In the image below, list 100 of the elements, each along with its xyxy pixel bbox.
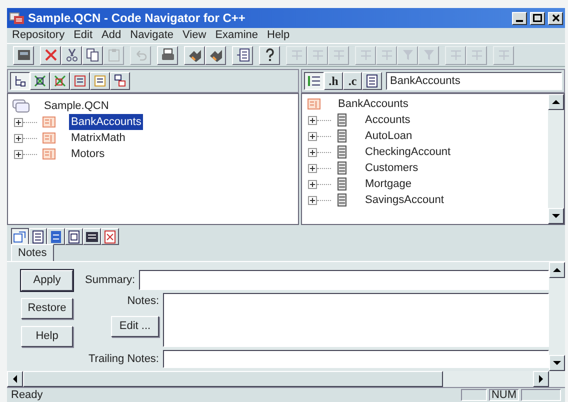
grid-icon	[332, 48, 346, 62]
button[interactable]: Edit ...	[111, 316, 159, 336]
pane-tool-button[interactable]: .c	[343, 72, 362, 90]
left-arrow-icon	[12, 375, 18, 383]
vertical-scrollbar[interactable]	[548, 94, 564, 224]
grid-icon	[290, 48, 304, 62]
menu-item[interactable]: Help	[267, 27, 290, 44]
menu-item[interactable]: Navigate	[130, 27, 174, 44]
view-icon	[49, 230, 63, 244]
view-tab[interactable]	[11, 228, 29, 245]
copy-icon	[86, 48, 100, 62]
vertical-scrollbar[interactable]	[549, 262, 565, 371]
button[interactable]: Help	[21, 326, 73, 347]
document-icon	[365, 74, 379, 88]
notes-field[interactable]	[163, 293, 549, 347]
grid-icon	[496, 48, 510, 62]
tree-view-icon	[73, 74, 87, 88]
toolbar-button[interactable]	[232, 46, 253, 64]
summary-field[interactable]	[139, 270, 549, 290]
tree-item[interactable]: Accounts	[363, 112, 412, 128]
horizontal-scrollbar[interactable]	[7, 371, 565, 387]
tree-item[interactable]: SavingsAccount	[363, 192, 446, 208]
grid-icon	[380, 48, 394, 62]
scissors-icon	[64, 48, 78, 62]
pane-tool-button[interactable]	[304, 72, 324, 90]
toolbar-button[interactable]	[61, 46, 82, 64]
delete-icon	[44, 48, 58, 62]
field-label: Notes:	[127, 294, 159, 309]
funnel-icon	[400, 48, 414, 62]
pane-tool-button[interactable]	[10, 72, 30, 90]
tree-item[interactable]: MatrixMath	[69, 130, 128, 146]
grid-icon	[358, 48, 372, 62]
expand-toggle[interactable]	[308, 164, 317, 172]
tree-item[interactable]: CheckingAccount	[363, 144, 453, 160]
funnel-icon	[422, 48, 436, 62]
trailing-notes-field[interactable]	[163, 350, 549, 368]
expand-toggle[interactable]	[308, 196, 317, 204]
toolbar-button[interactable]	[40, 46, 61, 64]
status-text: Ready	[11, 388, 44, 402]
window-icon	[236, 48, 250, 62]
maximize-icon	[533, 14, 542, 22]
expand-toggle[interactable]	[308, 116, 317, 124]
field-label: Summary:	[85, 272, 135, 288]
right-arrow-icon	[538, 375, 544, 383]
close-button[interactable]	[548, 12, 563, 24]
menu-item[interactable]: Repository	[12, 27, 65, 44]
menu-item[interactable]: View	[182, 27, 206, 44]
up-arrow-icon	[552, 99, 560, 105]
toolbar-button[interactable]	[205, 46, 226, 64]
tree-item[interactable]: Motors	[69, 146, 107, 162]
window-title: Sample.QCN - Code Navigator for C++	[28, 10, 246, 27]
tree-item[interactable]: Sample.QCN	[44, 98, 109, 114]
view-icon	[85, 230, 99, 244]
tree-view-icon	[113, 74, 127, 88]
toolbar-button[interactable]	[82, 46, 103, 64]
tree-view-icon	[93, 74, 107, 88]
down-arrow-icon	[553, 360, 561, 366]
tree-item[interactable]: AutoLoan	[363, 128, 414, 144]
list-icon	[307, 74, 321, 88]
toolbar-button[interactable]	[157, 46, 178, 64]
paste-icon	[106, 48, 120, 62]
expand-toggle[interactable]	[14, 150, 23, 158]
button[interactable]: Restore	[21, 298, 73, 319]
close-icon	[552, 14, 560, 22]
expand-toggle[interactable]	[14, 134, 23, 142]
button[interactable]: Apply	[21, 270, 73, 291]
folder-icon	[41, 115, 57, 129]
undo-icon	[134, 48, 148, 62]
menu-item[interactable]: Examine	[215, 27, 258, 44]
expand-toggle[interactable]	[14, 118, 23, 126]
maximize-button[interactable]	[530, 12, 545, 24]
status-indicator: NUM	[489, 389, 519, 401]
menu-item[interactable]: Add	[102, 27, 122, 44]
expand-toggle[interactable]	[308, 132, 317, 140]
app-icon	[9, 11, 25, 25]
tree-item[interactable]: Customers	[363, 160, 420, 176]
class-name-field[interactable]: BankAccounts	[386, 72, 562, 90]
down-arrow-icon	[552, 213, 560, 219]
pane-tool-button[interactable]: .h	[324, 72, 343, 90]
grid-icon	[448, 48, 462, 62]
menu-item[interactable]: Edit	[74, 27, 93, 44]
grid-icon	[310, 48, 324, 62]
tree-item[interactable]: Mortgage	[363, 176, 414, 192]
toolbar-button[interactable]	[13, 46, 34, 64]
folders-icon	[12, 99, 30, 113]
minimize-button[interactable]	[512, 12, 527, 24]
grid-icon	[470, 48, 484, 62]
folder-icon	[41, 131, 57, 145]
expand-toggle[interactable]	[308, 148, 317, 156]
expand-toggle[interactable]	[308, 180, 317, 188]
toolbar-button[interactable]	[259, 46, 280, 64]
tree-view-icon	[13, 74, 27, 88]
toolbar-button[interactable]	[184, 46, 205, 64]
view-icon	[31, 230, 45, 244]
tree-item[interactable]: BankAccounts	[338, 96, 408, 112]
tab[interactable]: Notes	[11, 244, 54, 261]
tree-view-icon	[33, 74, 47, 88]
database-icon	[16, 48, 30, 62]
tree-view-icon	[53, 74, 67, 88]
tree-item[interactable]: BankAccounts	[69, 114, 144, 130]
